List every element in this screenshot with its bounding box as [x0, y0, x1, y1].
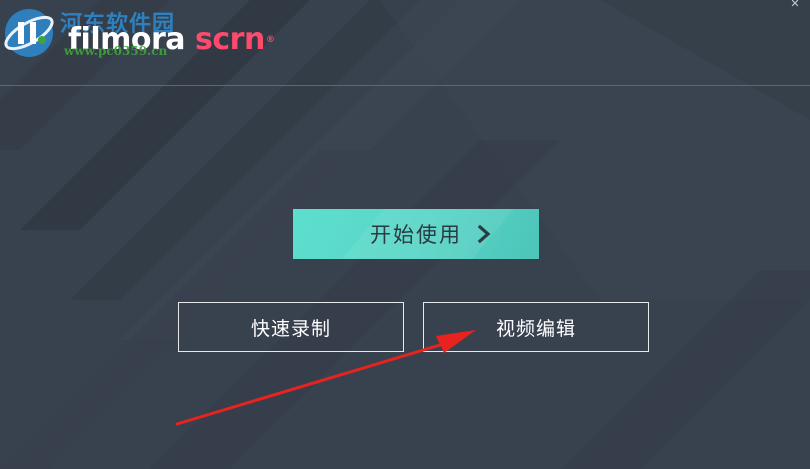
- quick-record-label: 快速录制: [250, 317, 331, 340]
- header-divider: [0, 85, 810, 86]
- video-edit-button[interactable]: 视频编辑: [423, 302, 649, 352]
- watermark-url: www.pc0359.cn: [64, 44, 168, 58]
- header: 河东软件园 filmora scrn® www.pc0359.cn ✕: [0, 0, 810, 86]
- video-edit-label: 视频编辑: [495, 317, 576, 340]
- chevron-right-icon: [477, 224, 491, 244]
- watermark-logo-icon: [4, 9, 54, 57]
- start-button-label: 开始使用: [370, 223, 462, 247]
- brand-trademark: ®: [265, 35, 275, 45]
- close-icon[interactable]: ✕: [788, 0, 802, 8]
- quick-record-button[interactable]: 快速录制: [178, 302, 404, 352]
- start-button[interactable]: 开始使用: [293, 209, 539, 259]
- brand-name-scrn: scrn: [195, 22, 265, 57]
